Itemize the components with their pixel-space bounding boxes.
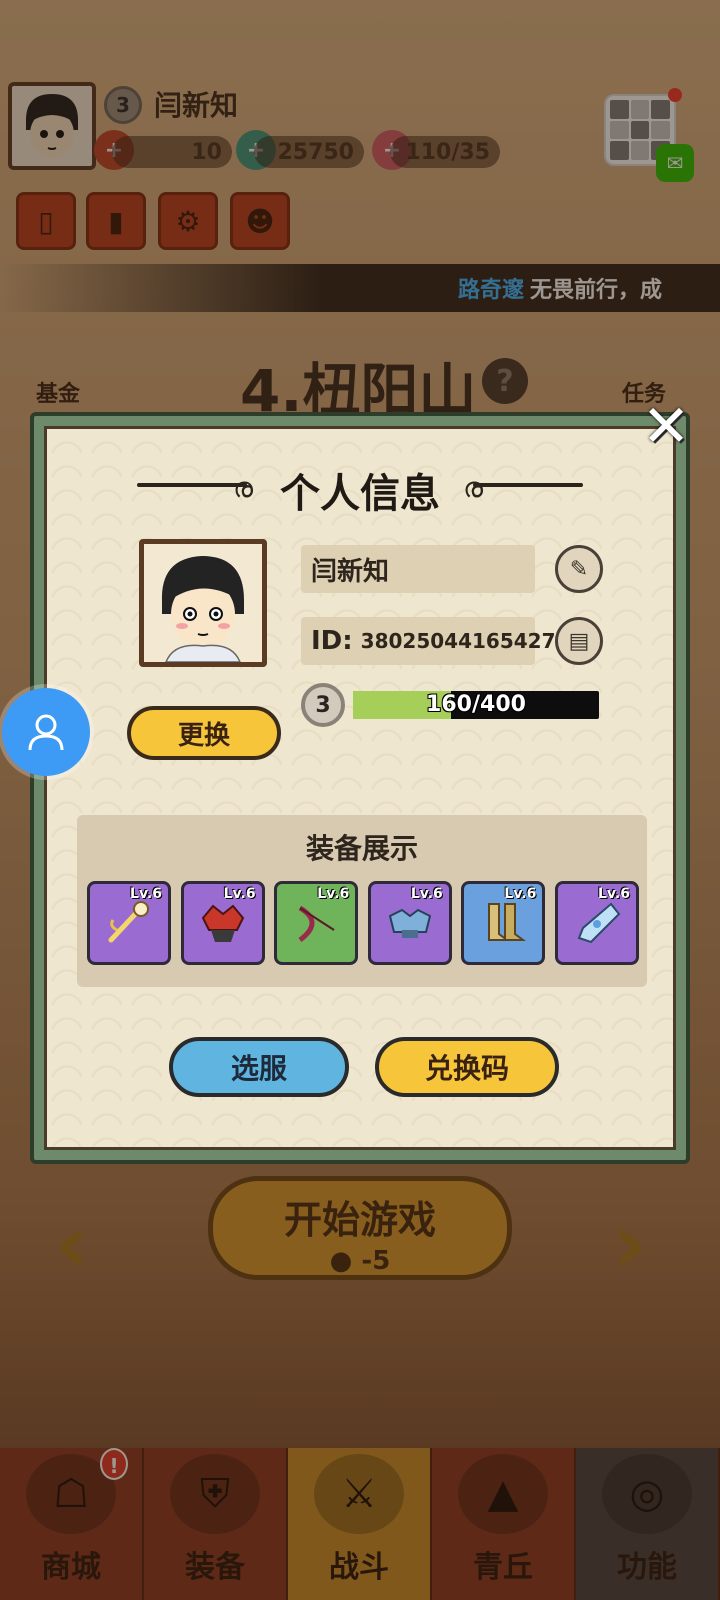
bow-icon bbox=[298, 905, 335, 942]
equip-slot-6[interactable]: Lv.6 bbox=[554, 881, 639, 965]
profile-dialog-body: ര 个人信息 ര 更换 闫新知 ✎ ID: 380250441654272 ▤ bbox=[44, 426, 676, 1150]
equip-slot-1[interactable]: Lv.6 bbox=[87, 881, 171, 965]
edit-name-brush-icon[interactable]: ✎ bbox=[555, 545, 603, 593]
boots-icon bbox=[488, 903, 527, 941]
select-server-button[interactable]: 选服 bbox=[169, 1037, 349, 1097]
equipment-showcase-title: 装备展示 bbox=[305, 832, 418, 865]
player-id-value: 380250441654272 bbox=[360, 629, 570, 653]
equip-slot-2[interactable]: Lv.6 bbox=[180, 881, 265, 965]
experience-bar: 160/400 bbox=[353, 691, 599, 719]
profile-dialog: ര 个人信息 ര 更换 闫新知 ✎ ID: 380250441654272 ▤ bbox=[30, 412, 690, 1164]
user-silhouette-icon bbox=[28, 714, 64, 751]
equip-slot-level: Lv.6 bbox=[130, 886, 162, 902]
player-id-prefix: ID: bbox=[311, 626, 353, 656]
copy-id-icon[interactable]: ▤ bbox=[555, 617, 603, 665]
swirl-right-icon: ര bbox=[463, 471, 484, 504]
profile-portrait bbox=[139, 539, 267, 667]
profile-level-badge: 3 bbox=[301, 683, 345, 727]
equip-slot-level: Lv.6 bbox=[410, 886, 443, 902]
staff-weapon-icon bbox=[108, 901, 149, 943]
title-right-decoration bbox=[473, 483, 583, 487]
armor-icon bbox=[388, 908, 431, 938]
equipment-slots: Lv.6 Lv.6 Lv.6 Lv.6 Lv.6 Lv.6 bbox=[87, 881, 639, 965]
equipment-showcase: 装备展示 Lv.6 Lv.6 Lv.6 Lv.6 Lv.6 Lv.6 bbox=[77, 815, 647, 987]
player-id-field: ID: 380250441654272 bbox=[301, 617, 569, 665]
floating-user-icon[interactable] bbox=[2, 688, 90, 776]
close-icon[interactable]: ✕ bbox=[640, 397, 692, 455]
equip-slot-5[interactable]: Lv.6 bbox=[461, 881, 546, 965]
experience-text: 160/400 bbox=[426, 692, 526, 717]
redeem-code-button[interactable]: 兑换码 bbox=[375, 1037, 559, 1097]
amulet-icon bbox=[577, 902, 621, 944]
equip-slot-level: Lv.6 bbox=[504, 886, 537, 902]
player-name-field: 闫新知 bbox=[301, 545, 535, 593]
helmet-icon bbox=[201, 904, 244, 942]
player-portrait-icon bbox=[144, 544, 262, 662]
equip-slot-level: Lv.6 bbox=[223, 886, 256, 902]
equip-slot-level: Lv.6 bbox=[598, 886, 630, 902]
change-avatar-button[interactable]: 更换 bbox=[127, 706, 281, 760]
equip-slot-level: Lv.6 bbox=[317, 886, 350, 902]
equip-slot-3[interactable]: Lv.6 bbox=[274, 881, 359, 965]
equip-slot-4[interactable]: Lv.6 bbox=[367, 881, 452, 965]
dialog-title: 个人信息 bbox=[280, 471, 440, 517]
